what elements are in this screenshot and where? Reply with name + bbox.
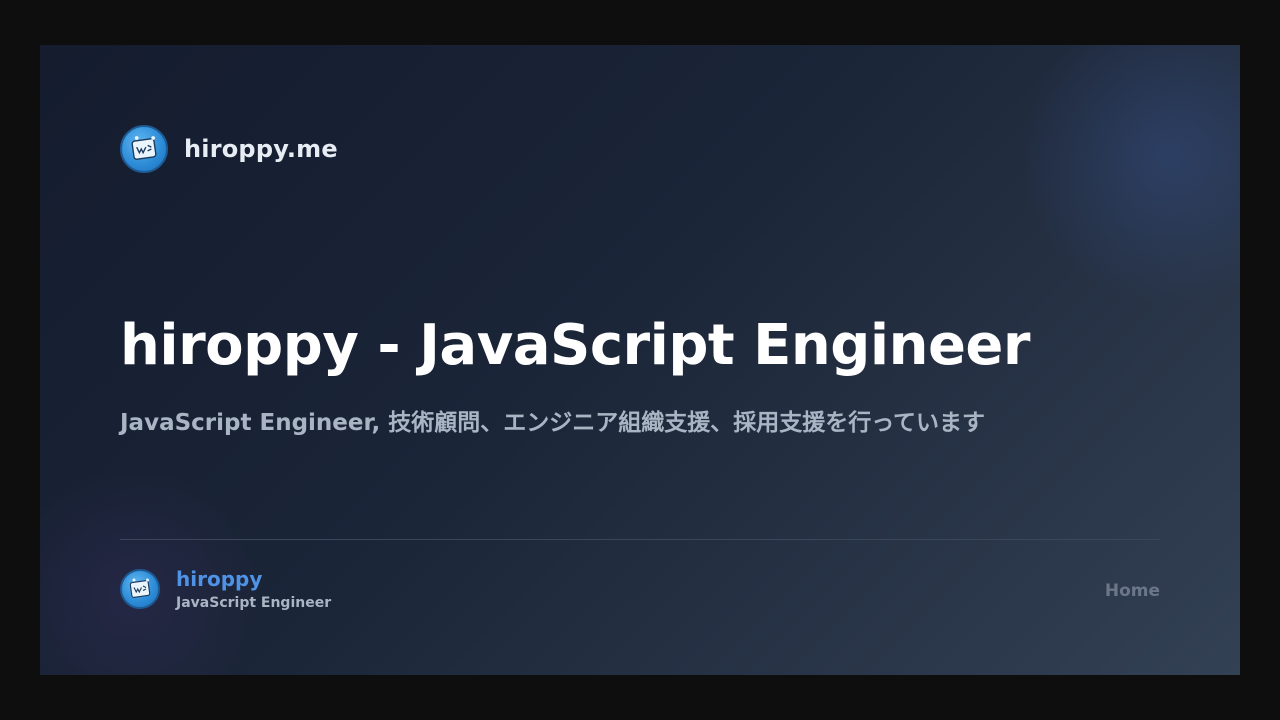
avatar-icon <box>120 125 168 173</box>
page-title: hiroppy - JavaScript Engineer <box>120 313 1031 378</box>
site-header[interactable]: hiroppy.me <box>120 125 338 173</box>
divider <box>120 539 1160 540</box>
site-name[interactable]: hiroppy.me <box>184 135 338 163</box>
author-role: JavaScript Engineer <box>176 595 332 611</box>
author-text: hiroppy JavaScript Engineer <box>176 567 331 611</box>
author-name[interactable]: hiroppy <box>176 567 331 591</box>
author-avatar-icon <box>120 569 160 609</box>
author-block[interactable]: hiroppy JavaScript Engineer <box>120 567 331 611</box>
page-subtitle: JavaScript Engineer, 技術顧問、エンジニア組織支援、採用支援… <box>120 410 986 436</box>
og-card: hiroppy.me hiroppy - JavaScript Engineer… <box>40 45 1240 675</box>
home-link[interactable]: Home <box>1105 581 1160 601</box>
background-glow <box>1020 45 1240 305</box>
